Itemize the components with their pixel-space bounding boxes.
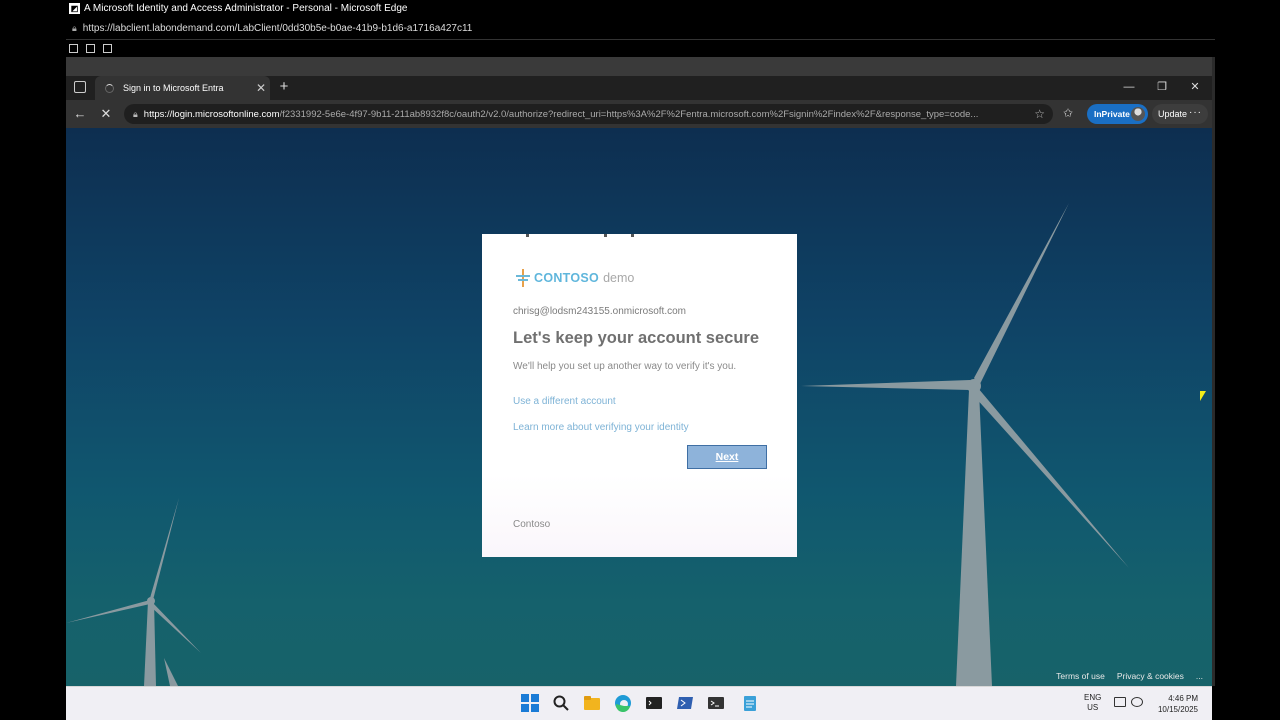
turbine-tower [144,601,156,686]
progress-dots [526,234,634,237]
brand-name: CONTOSO [534,271,600,285]
contoso-logo: CONTOSO demo [516,269,634,287]
favorite-star-icon[interactable]: ☆ [1034,107,1045,121]
more-menu-icon[interactable]: ··· [1189,107,1202,118]
url-host: https://login.microsoftonline.com [143,108,280,120]
lab-app-icon: ◩ [69,3,80,14]
clock-time: 4:46 PM [1168,694,1198,703]
page-footer: Terms of use Privacy & cookies ... [1056,671,1203,681]
command-prompt-icon[interactable] [707,694,725,712]
card-fade [482,474,797,557]
clock-date: 10/15/2025 [1157,705,1198,714]
lock-icon: 🔒︎ [133,108,138,119]
loading-spinner-icon [105,83,114,93]
favorites-icon[interactable]: ✩ [1063,106,1073,120]
windows-start-icon[interactable] [521,694,539,712]
new-tab-icon[interactable]: + [276,78,292,96]
network-icon[interactable] [1114,697,1126,707]
close-window-icon[interactable]: ✕ [1179,78,1211,96]
organization-footer: Contoso [513,519,551,530]
minimize-icon[interactable]: — [1113,78,1145,96]
privacy-cookies-link[interactable]: Privacy & cookies [1117,671,1184,681]
host-url-bar: 🔒︎ https://labclient.labondemand.com/Lab… [0,17,1215,39]
terms-of-use-link[interactable]: Terms of use [1056,671,1105,681]
monitor-icon[interactable] [86,44,95,53]
right-margin [1215,0,1280,720]
tab-sign-in[interactable]: Sign in to Microsoft Entra ✕ [95,76,270,100]
notepad-icon[interactable] [741,694,759,712]
url-path: /f2331992-5e6e-4f97-9b11-211ab8932f8c/oa… [279,108,979,120]
edge-window: Sign in to Microsoft Entra ✕ + — ❐ ✕ ← ✕… [66,76,1212,686]
turbine-blade [974,203,1069,386]
account-email: chrisg@lodsm243155.onmicrosoft.com [513,306,687,317]
turbine-tower [956,390,992,686]
avatar [1131,107,1145,121]
fullscreen-icon[interactable] [69,44,78,53]
address-bar: ← ✕ 🔒︎ https://login.microsoftonline.com… [66,100,1212,128]
taskbar: ENG US 4:46 PM 10/15/2025 [66,686,1212,720]
tab-title: Sign in to Microsoft Entra [123,83,224,93]
region-label: US [1087,703,1099,712]
turbine-blade [801,380,970,390]
volume-icon[interactable] [1131,697,1143,707]
turbine-hub [147,597,155,605]
update-button[interactable]: Update ··· [1152,104,1208,124]
more-options-icon[interactable]: ... [1196,671,1203,681]
page-viewport: CONTOSO demo chrisg@lodsm243155.onmicros… [66,128,1212,686]
lock-icon: 🔒︎ [72,22,77,33]
turbine-blade [150,602,201,653]
learn-more-link[interactable]: Learn more about verifying your identity [513,422,689,433]
use-different-account-link[interactable]: Use a different account [513,396,616,407]
stop-loading-icon[interactable]: ✕ [98,106,114,122]
update-label: Update [1158,109,1188,119]
tab-bar: Sign in to Microsoft Entra ✕ + — ❐ ✕ [66,76,1212,100]
file-explorer-icon[interactable] [583,694,601,712]
turbine-hub [967,379,981,393]
host-toolbar [0,40,1215,57]
url-field[interactable]: 🔒︎ https://login.microsoftonline.com /f2… [124,104,1053,124]
input-language[interactable]: ENG US [1084,693,1101,713]
turbine-blade [66,600,150,623]
brand-suffix: demo [603,271,635,285]
description-text: We'll help you set up another way to ver… [513,361,737,372]
keyboard-icon[interactable] [103,44,112,53]
page-title: Let's keep your account secure [513,329,760,347]
tab-actions-icon[interactable] [74,81,86,93]
mouse-cursor-icon [1200,391,1206,401]
host-title-bar: ◩ A Microsoft Identity and Access Admini… [0,0,1215,17]
next-button[interactable]: Next [687,445,767,469]
host-url-text[interactable]: https://labclient.labondemand.com/LabCli… [83,23,473,34]
contoso-mark-icon [516,269,530,287]
terminal-icon[interactable] [645,694,663,712]
sign-in-card: CONTOSO demo chrisg@lodsm243155.onmicros… [482,234,797,557]
system-clock[interactable]: 4:46 PM 10/15/2025 [1158,693,1198,715]
turbine-blade [974,388,1129,568]
turbine-blade [150,498,179,600]
search-icon[interactable] [552,694,570,712]
language-label: ENG [1084,693,1102,702]
inprivate-label: InPrivate [1094,109,1130,119]
back-arrow-icon[interactable]: ← [72,106,88,122]
host-window-title: A Microsoft Identity and Access Administ… [84,3,408,14]
powershell-icon[interactable] [676,694,694,712]
edge-browser-icon[interactable] [614,694,632,713]
restore-icon[interactable]: ❐ [1146,78,1178,96]
host-band [66,57,1215,76]
close-tab-icon[interactable]: ✕ [254,81,268,95]
inprivate-button[interactable]: InPrivate [1087,104,1148,124]
turbine-blade [164,658,178,686]
